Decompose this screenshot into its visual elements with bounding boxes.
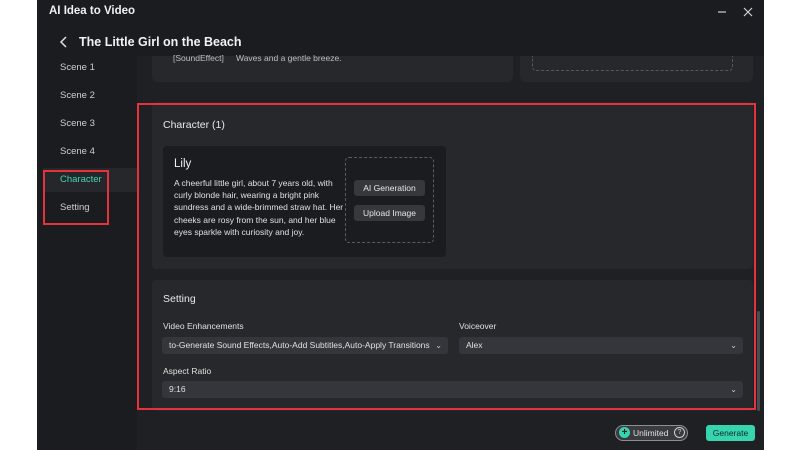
character-section-title: Character (1)	[163, 119, 225, 131]
sound-effect-value: Waves and a gentle breeze.	[236, 53, 342, 63]
app-title: AI Idea to Video	[49, 5, 136, 17]
character-name: Lily	[174, 158, 192, 170]
voiceover-value: Alex	[466, 340, 483, 350]
scene-image-placeholder[interactable]	[532, 56, 733, 71]
setting-section: Setting Video Enhancements to-Generate S…	[152, 280, 753, 411]
ai-generation-button[interactable]: AI Generation	[354, 180, 425, 196]
scrollbar-thumb[interactable]	[757, 311, 760, 411]
sidebar-item-character[interactable]: Character	[43, 168, 146, 192]
sidebar-item-setting[interactable]: Setting	[43, 196, 146, 220]
back-arrow-icon[interactable]	[57, 34, 71, 50]
video-enhancements-label: Video Enhancements	[163, 321, 244, 331]
character-image-dropzone[interactable]: AI Generation Upload Image	[345, 157, 434, 243]
app-window: AI Idea to Video The Little Girl on the …	[37, 0, 764, 450]
aspect-ratio-label: Aspect Ratio	[163, 366, 212, 376]
video-enhancements-select[interactable]: to-Generate Sound Effects,Auto-Add Subti…	[162, 337, 448, 354]
sound-effect-key: [SoundEffect]	[173, 53, 224, 63]
aspect-ratio-value: 9:16	[169, 384, 186, 394]
sidebar-item-scene-2[interactable]: Scene 2	[43, 84, 146, 108]
page-header: The Little Girl on the Beach	[37, 30, 764, 56]
chevron-down-icon: ⌄	[435, 341, 442, 350]
sidebar-item-scene-3[interactable]: Scene 3	[43, 112, 146, 136]
unlimited-label: Unlimited	[633, 428, 669, 438]
title-bar: AI Idea to Video	[37, 0, 764, 24]
voiceover-label: Voiceover	[459, 321, 497, 331]
scene-image-card	[520, 56, 753, 82]
main-content: Character (1) Lily A cheerful little gir…	[137, 56, 764, 450]
sidebar: Scene 1 Scene 2 Scene 3 Scene 4 Characte…	[37, 56, 147, 450]
sidebar-item-scene-1[interactable]: Scene 1	[43, 56, 146, 80]
plus-icon: +	[619, 427, 630, 438]
character-description: A cheerful little girl, about 7 years ol…	[174, 178, 344, 237]
help-icon[interactable]: ?	[674, 427, 685, 438]
upload-image-button[interactable]: Upload Image	[354, 205, 425, 221]
page-title: The Little Girl on the Beach	[79, 35, 242, 49]
character-section: Character (1) Lily A cheerful little gir…	[152, 102, 753, 269]
aspect-ratio-select[interactable]: 9:16 ⌄	[162, 381, 743, 398]
sidebar-item-scene-4[interactable]: Scene 4	[43, 140, 146, 164]
setting-section-title: Setting	[163, 293, 196, 305]
close-icon[interactable]	[740, 4, 756, 20]
generate-button[interactable]: Generate	[706, 425, 755, 441]
voiceover-select[interactable]: Alex ⌄	[459, 337, 743, 354]
minimize-icon[interactable]	[714, 4, 730, 20]
character-card: Lily A cheerful little girl, about 7 yea…	[163, 146, 446, 257]
unlimited-badge[interactable]: + Unlimited ?	[615, 425, 688, 441]
chevron-down-icon: ⌄	[730, 341, 737, 350]
chevron-down-icon: ⌄	[730, 385, 737, 394]
video-enhancements-value: to-Generate Sound Effects,Auto-Add Subti…	[169, 340, 430, 350]
